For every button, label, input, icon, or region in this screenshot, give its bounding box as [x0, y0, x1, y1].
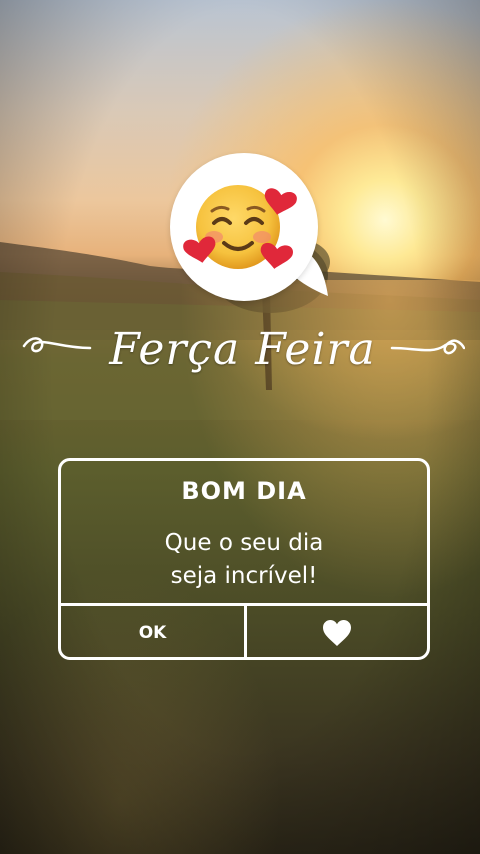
ok-label: OK: [138, 623, 167, 643]
heart-bottom-right: [260, 242, 294, 269]
greeting-card: BOM DIA Que o seu dia seja incrível! OK: [58, 458, 430, 660]
card-heading: BOM DIA: [181, 477, 307, 505]
ok-button[interactable]: OK: [61, 606, 244, 660]
emoji-bubble: [170, 153, 318, 301]
smiling-face-with-hearts-icon: [183, 185, 297, 269]
card-message: Que o seu dia seja incrível!: [61, 527, 427, 593]
title-text: Ferça Feira: [109, 324, 376, 375]
vignette: [0, 0, 480, 854]
day-title: Ferça Feira: [20, 318, 465, 380]
like-button[interactable]: [247, 606, 427, 660]
heart-icon: [323, 620, 351, 646]
message-line-1: Que o seu dia: [164, 530, 324, 556]
story-screen: Ferça Feira BOM DIA Que o seu dia seja i…: [0, 0, 480, 854]
message-line-2: seja incrível!: [170, 563, 318, 589]
